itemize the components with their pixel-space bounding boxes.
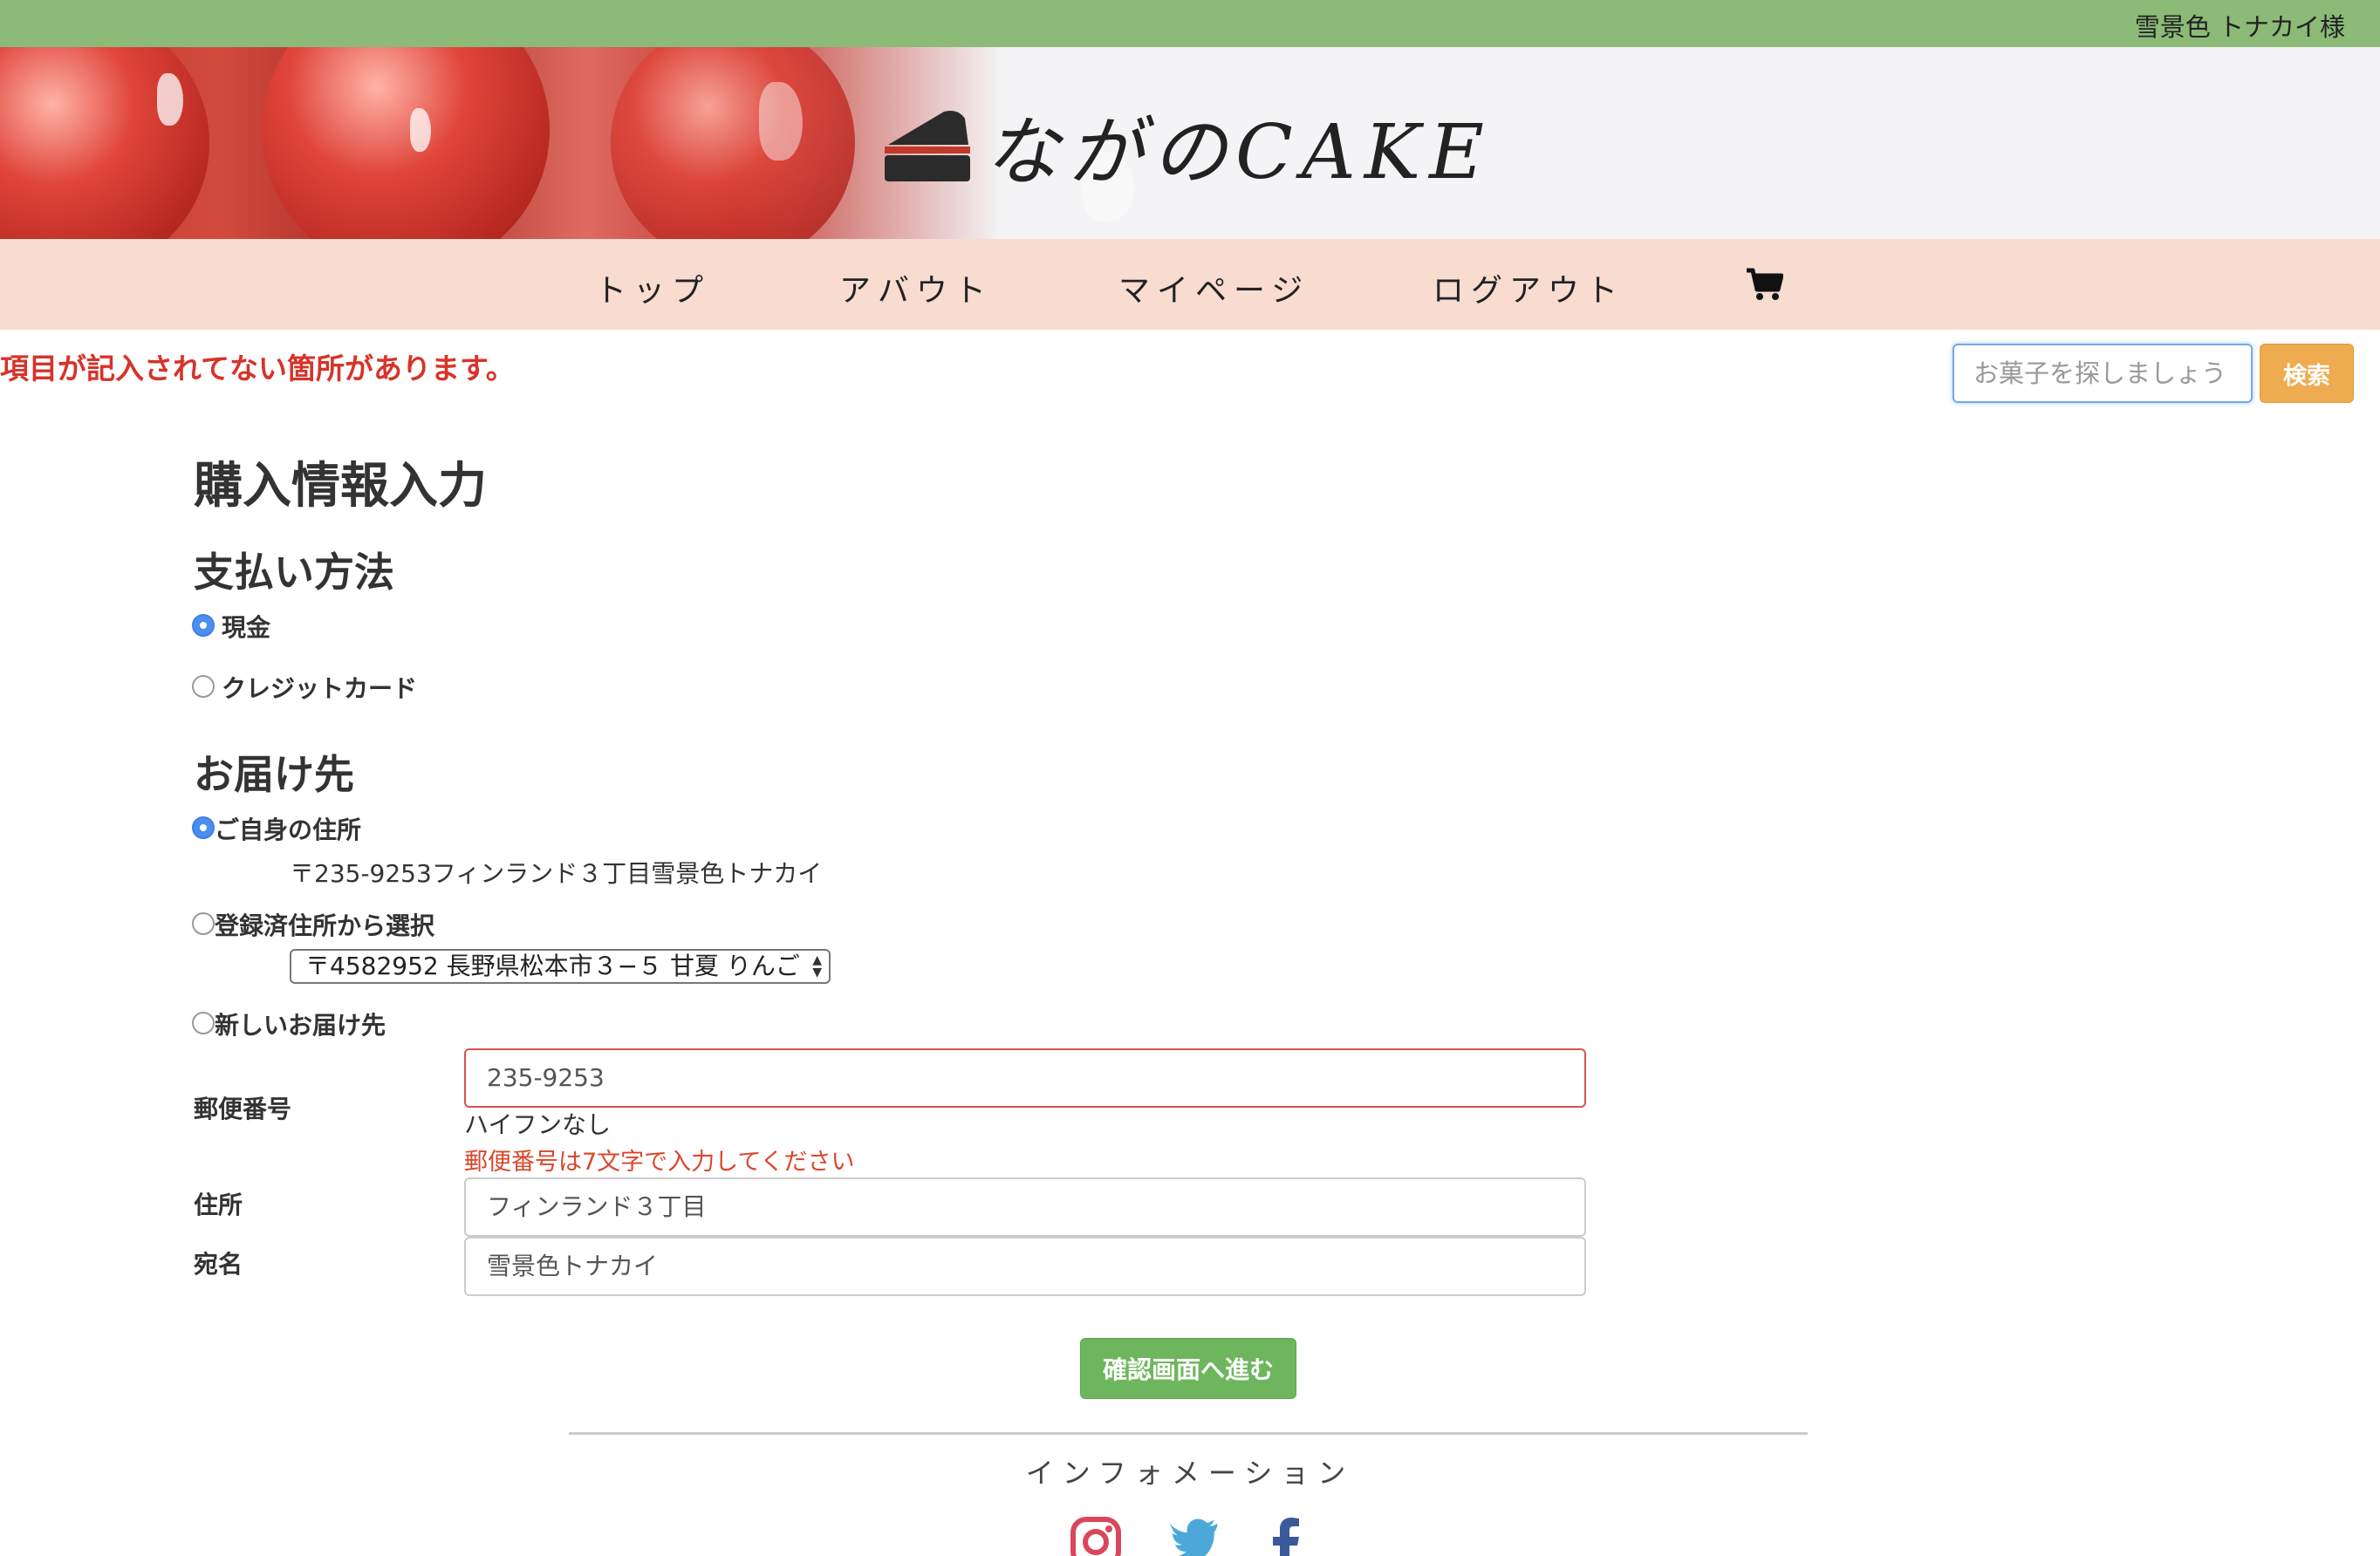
nav-item-top[interactable]: トップ: [595, 265, 710, 311]
strawberry-image: [611, 47, 855, 239]
registered-address-radio[interactable]: [192, 912, 215, 935]
user-name: 雪景色 トナカイ様: [2134, 12, 2345, 42]
information-heading: インフォメーション: [1025, 1457, 1355, 1490]
new-address-label: 新しいお届け先: [215, 1011, 386, 1040]
shopping-cart-icon[interactable]: [1745, 267, 1783, 302]
postal-code-input[interactable]: 235-9253: [464, 1048, 1586, 1108]
logo-text: ながのCAKE: [984, 108, 1493, 196]
own-address-radio[interactable]: [192, 816, 215, 839]
address-label: 住所: [194, 1191, 243, 1219]
strawberry-image: [262, 47, 550, 239]
delivery-heading: お届け先: [194, 751, 354, 798]
payment-credit-card-radio[interactable]: [192, 675, 215, 698]
top-bar: 雪景色 トナカイ様: [0, 0, 2380, 47]
validation-alert: 項目が記入されてない箇所があります。: [0, 351, 515, 386]
strawberry-image: [0, 47, 209, 239]
facebook-icon[interactable]: [1260, 1516, 1312, 1556]
recipient-name-input[interactable]: 雪景色トナカイ: [464, 1237, 1586, 1296]
twitter-icon[interactable]: [1167, 1516, 1220, 1556]
payment-cash-label: 現金: [222, 613, 271, 642]
proceed-to-confirm-button[interactable]: 確認画面へ進む: [1080, 1338, 1296, 1399]
address-input[interactable]: フィンランド３丁目: [464, 1177, 1586, 1237]
registered-address-select[interactable]: 〒4582952 長野県松本市３−５ 甘夏 りんご ▲ ▼: [290, 949, 831, 984]
payment-cash-radio[interactable]: [192, 614, 215, 637]
payment-method-heading: 支払い方法: [194, 549, 394, 596]
site-logo[interactable]: ながのCAKE: [881, 92, 1493, 197]
postal-code-label: 郵便番号: [194, 1095, 292, 1123]
search-button[interactable]: 検索: [2260, 344, 2354, 403]
payment-credit-card-label: クレジットカード: [222, 674, 418, 703]
new-address-radio[interactable]: [192, 1012, 215, 1034]
main-nav: トップ アバウト マイページ ログアウト: [0, 239, 2380, 330]
own-address-label: ご自身の住所: [215, 816, 362, 844]
postal-code-error: 郵便番号は7文字で入力してください: [464, 1149, 855, 1176]
registered-address-label: 登録済住所から選択: [215, 911, 435, 940]
postal-code-hint: ハイフンなし: [464, 1110, 612, 1139]
recipient-name-label: 宛名: [194, 1250, 243, 1279]
registered-address-selected-value: 〒4582952 長野県松本市３−５ 甘夏 りんご: [305, 952, 800, 980]
footer-divider: [569, 1432, 1808, 1435]
select-arrows-icon: ▲ ▼: [812, 953, 822, 979]
nav-item-logout[interactable]: ログアウト: [1433, 265, 1624, 311]
own-address-text: 〒235-9253フィンランド３丁目雪景色トナカイ: [290, 859, 823, 888]
instagram-icon[interactable]: [1070, 1516, 1122, 1556]
hero-banner: ながのCAKE: [0, 47, 2380, 239]
search-input[interactable]: [1953, 344, 2253, 403]
nav-item-about[interactable]: アバウト: [839, 265, 993, 311]
page-title: 購入情報入力: [194, 458, 487, 515]
nav-item-mypage[interactable]: マイページ: [1118, 265, 1310, 311]
cake-icon: [885, 111, 970, 181]
